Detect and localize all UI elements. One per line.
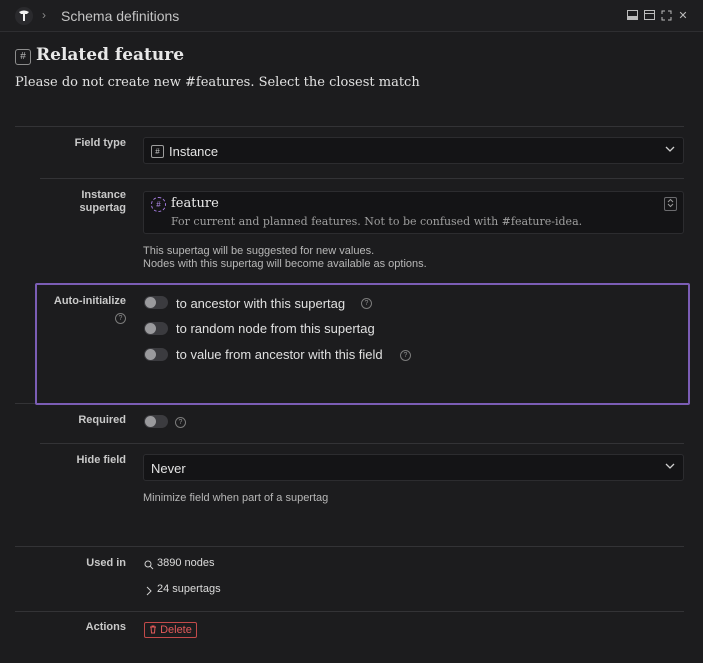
app-logo-icon[interactable] bbox=[14, 6, 34, 26]
window-title: Schema definitions bbox=[61, 8, 180, 24]
hide-field-help: Minimize field when part of a supertag bbox=[143, 492, 329, 504]
option-ancestor-field-label: to value from ancestor with this field bbox=[176, 347, 383, 362]
supertag-name[interactable]: feature bbox=[171, 196, 219, 211]
chevron-down-icon bbox=[665, 461, 675, 474]
supertag-hash-icon: # bbox=[151, 197, 166, 212]
help-icon[interactable]: ? bbox=[361, 298, 372, 309]
panel-bottom-icon[interactable] bbox=[626, 9, 638, 21]
hide-field-label: Hide field bbox=[76, 454, 126, 466]
toggle-random-node[interactable] bbox=[144, 322, 168, 335]
page-subtitle[interactable]: Please do not create new #features. Sele… bbox=[15, 75, 420, 90]
selector-stepper-icon[interactable] bbox=[664, 197, 677, 211]
supertag-description: For current and planned features. Not to… bbox=[171, 215, 583, 228]
used-in-supertags-link[interactable]: 24 supertags bbox=[157, 583, 221, 596]
used-in-nodes-link[interactable]: 3890 nodes bbox=[157, 557, 215, 570]
panel-top-icon[interactable] bbox=[643, 9, 655, 21]
auto-initialize-label: Auto-initialize bbox=[53, 295, 126, 307]
option-random-node-label: to random node from this supertag bbox=[176, 321, 375, 336]
search-icon bbox=[144, 558, 154, 573]
instance-supertag-label: Instance supertag bbox=[16, 189, 126, 215]
hash-icon: # bbox=[15, 49, 31, 65]
help-icon[interactable]: ? bbox=[400, 350, 411, 361]
close-icon[interactable]: ✕ bbox=[677, 9, 689, 22]
divider bbox=[15, 546, 684, 547]
field-type-value: Instance bbox=[169, 144, 219, 159]
divider bbox=[15, 611, 684, 612]
delete-button[interactable]: Delete bbox=[144, 622, 197, 638]
chevron-down-icon bbox=[665, 144, 675, 157]
expand-icon[interactable] bbox=[660, 9, 672, 21]
chevron-right-icon: › bbox=[42, 8, 46, 22]
toggle-ancestor-field[interactable] bbox=[144, 348, 168, 361]
supertag-help-line1: This supertag will be suggested for new … bbox=[143, 245, 375, 257]
chevron-right-icon[interactable] bbox=[145, 584, 153, 599]
instance-supertag-label-line2: supertag bbox=[79, 202, 126, 214]
hide-field-select[interactable]: Never bbox=[143, 454, 684, 481]
hide-field-value: Never bbox=[151, 461, 186, 476]
field-type-select[interactable]: # Instance bbox=[143, 137, 684, 164]
toggle-required[interactable] bbox=[144, 415, 168, 428]
toggle-ancestor-supertag[interactable] bbox=[144, 296, 168, 309]
instance-supertag-label-line1: Instance bbox=[81, 189, 126, 201]
divider bbox=[40, 443, 684, 444]
divider bbox=[15, 126, 684, 127]
field-type-label: Field type bbox=[74, 137, 126, 149]
instance-supertag-field[interactable]: # feature For current and planned featur… bbox=[143, 191, 684, 234]
option-ancestor-supertag-label: to ancestor with this supertag bbox=[176, 296, 346, 311]
page-title[interactable]: Related feature bbox=[36, 45, 184, 65]
used-in-label: Used in bbox=[86, 557, 126, 569]
trash-icon bbox=[149, 624, 157, 638]
help-icon[interactable]: ? bbox=[115, 313, 126, 324]
hash-icon: # bbox=[151, 145, 164, 158]
actions-label: Actions bbox=[85, 621, 126, 633]
divider bbox=[15, 403, 35, 404]
window-controls: ✕ bbox=[626, 9, 689, 22]
delete-label: Delete bbox=[160, 624, 192, 636]
help-icon[interactable]: ? bbox=[175, 417, 186, 428]
required-label: Required bbox=[78, 414, 126, 426]
supertag-help-line2: Nodes with this supertag will become ava… bbox=[143, 258, 427, 270]
divider bbox=[40, 178, 684, 179]
top-bar: › Schema definitions ✕ bbox=[0, 0, 703, 32]
